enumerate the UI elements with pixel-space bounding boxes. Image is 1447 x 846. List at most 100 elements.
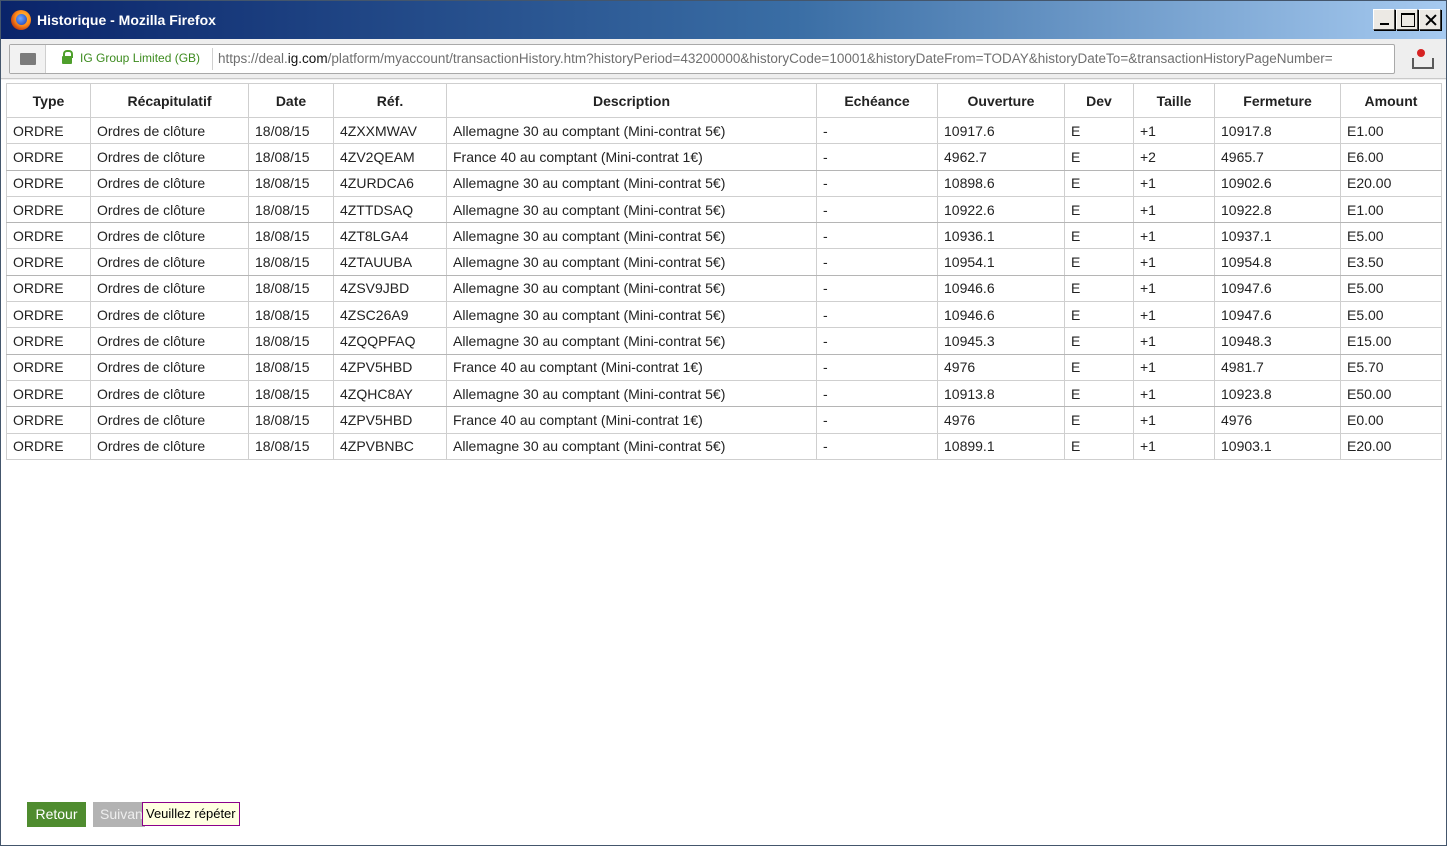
table-row: ORDRE Ordres de clôture 18/08/15 4ZQHC8AY Al… xyxy=(6,379,1442,408)
table-cell: E1.00 xyxy=(1340,195,1442,224)
table-cell: - xyxy=(816,406,938,434)
table-cell: E xyxy=(1064,301,1134,329)
table-cell: - xyxy=(816,143,938,171)
table-cell: 18/08/15 xyxy=(248,116,334,145)
table-cell: Ordres de clôture xyxy=(90,353,249,381)
table-cell: 18/08/15 xyxy=(248,169,334,197)
table-cell: +1 xyxy=(1133,327,1215,355)
table-row: ORDRE Ordres de clôture 18/08/15 4ZSC26A9 Al… xyxy=(6,301,1442,329)
table-cell: Allemagne 30 au comptant (Mini-contrat 5… xyxy=(446,248,817,276)
table-row: ORDRE Ordres de clôture 18/08/15 4ZTTDSAQ Al… xyxy=(6,195,1442,224)
table-cell: Ordres de clôture xyxy=(90,379,249,408)
notification-icon[interactable] xyxy=(1409,49,1434,69)
table-cell: - xyxy=(816,353,938,381)
table-row: ORDRE Ordres de clôture 18/08/15 4ZTAUUBA Al… xyxy=(6,248,1442,276)
url-text[interactable]: https://deal.ig.com/platform/myaccount/t… xyxy=(218,51,1390,69)
next-button[interactable]: Suivant xyxy=(93,802,145,827)
table-cell: 10936.1 xyxy=(937,222,1065,250)
title-bar: Historique - Mozilla Firefox xyxy=(1,1,1446,39)
back-button[interactable]: Retour xyxy=(27,802,86,827)
table-cell: E5.70 xyxy=(1340,353,1442,381)
table-cell: E xyxy=(1064,327,1134,355)
column-header: Ouverture xyxy=(937,83,1065,118)
table-cell: 4ZV2QEAM xyxy=(333,143,447,171)
table-cell: +1 xyxy=(1133,116,1215,145)
table-cell: +1 xyxy=(1133,274,1215,303)
minimize-button[interactable] xyxy=(1373,9,1395,30)
table-cell: 10946.6 xyxy=(937,301,1065,329)
site-identity-label[interactable]: IG Group Limited (GB) xyxy=(80,51,200,65)
table-cell: Allemagne 30 au comptant (Mini-contrat 5… xyxy=(446,195,817,224)
table-cell: E xyxy=(1064,274,1134,303)
table-cell: 4ZPV5HBD xyxy=(333,353,447,381)
table-row: ORDRE Ordres de clôture 18/08/15 4ZSV9JBD Al… xyxy=(6,274,1442,303)
table-cell: Ordres de clôture xyxy=(90,222,249,250)
table-cell: 10913.8 xyxy=(937,379,1065,408)
table-cell: E5.00 xyxy=(1340,222,1442,250)
table-cell: ORDRE xyxy=(6,143,91,171)
table-cell: 18/08/15 xyxy=(248,379,334,408)
table-cell: 18/08/15 xyxy=(248,301,334,329)
table-cell: Allemagne 30 au comptant (Mini-contrat 5… xyxy=(446,379,817,408)
table-cell: 10954.8 xyxy=(1214,248,1341,276)
column-header: Echéance xyxy=(816,83,938,118)
table-cell: 4ZTAUUBA xyxy=(333,248,447,276)
table-cell: 10948.3 xyxy=(1214,327,1341,355)
column-header: Description xyxy=(446,83,817,118)
table-row: ORDRE Ordres de clôture 18/08/15 4ZPV5HBD Fr… xyxy=(6,353,1442,381)
table-cell: ORDRE xyxy=(6,222,91,250)
table-cell: 4ZQHC8AY xyxy=(333,379,447,408)
table-cell: 10899.1 xyxy=(937,432,1065,460)
table-cell: - xyxy=(816,432,938,460)
table-cell: ORDRE xyxy=(6,432,91,460)
close-button[interactable] xyxy=(1419,9,1441,30)
table-cell: E5.00 xyxy=(1340,274,1442,303)
table-cell: +2 xyxy=(1133,143,1215,171)
table-cell: 18/08/15 xyxy=(248,432,334,460)
table-cell: +1 xyxy=(1133,432,1215,460)
table-cell: - xyxy=(816,222,938,250)
site-identity-button[interactable] xyxy=(10,45,46,73)
table-cell: 10954.1 xyxy=(937,248,1065,276)
maximize-button[interactable] xyxy=(1396,9,1418,30)
url-host: ig.com xyxy=(287,51,328,66)
url-bar[interactable]: IG Group Limited (GB) https://deal.ig.co… xyxy=(9,44,1395,74)
table-cell: 10903.1 xyxy=(1214,432,1341,460)
table-cell: E1.00 xyxy=(1340,116,1442,145)
table-cell: ORDRE xyxy=(6,116,91,145)
table-cell: 18/08/15 xyxy=(248,406,334,434)
table-row: ORDRE Ordres de clôture 18/08/15 4ZT8LGA4 Al… xyxy=(6,222,1442,250)
table-cell: E xyxy=(1064,406,1134,434)
table-header-row: Type Récapitulatif Date Réf. Description Eché… xyxy=(6,83,1442,118)
column-header: Récapitulatif xyxy=(90,83,249,118)
table-cell: Allemagne 30 au comptant (Mini-contrat 5… xyxy=(446,432,817,460)
url-prefix: https://deal. xyxy=(218,51,288,66)
table-cell: - xyxy=(816,195,938,224)
table-cell: +1 xyxy=(1133,195,1215,224)
table-cell: E xyxy=(1064,169,1134,197)
table-row: ORDRE Ordres de clôture 18/08/15 4ZPV5HBD Fr… xyxy=(6,406,1442,434)
table-cell: 4ZSC26A9 xyxy=(333,301,447,329)
table-cell: 4ZSV9JBD xyxy=(333,274,447,303)
nav-bar: IG Group Limited (GB) https://deal.ig.co… xyxy=(1,39,1446,79)
table-cell: +1 xyxy=(1133,248,1215,276)
table-cell: E15.00 xyxy=(1340,327,1442,355)
table-cell: 4965.7 xyxy=(1214,143,1341,171)
column-header: Date xyxy=(248,83,334,118)
table-cell: 10947.6 xyxy=(1214,274,1341,303)
table-cell: E20.00 xyxy=(1340,169,1442,197)
table-cell: France 40 au comptant (Mini-contrat 1€) xyxy=(446,353,817,381)
table-cell: Ordres de clôture xyxy=(90,143,249,171)
table-cell: +1 xyxy=(1133,379,1215,408)
table-cell: 4ZT8LGA4 xyxy=(333,222,447,250)
table-cell: E xyxy=(1064,379,1134,408)
table-cell: Ordres de clôture xyxy=(90,432,249,460)
table-cell: Ordres de clôture xyxy=(90,406,249,434)
table-cell: 4ZXXMWAV xyxy=(333,116,447,145)
table-cell: - xyxy=(816,327,938,355)
table-cell: ORDRE xyxy=(6,379,91,408)
table-cell: 18/08/15 xyxy=(248,143,334,171)
table-cell: 4976 xyxy=(1214,406,1341,434)
tooltip: Veuillez répéter xyxy=(142,802,240,826)
table-cell: Ordres de clôture xyxy=(90,327,249,355)
